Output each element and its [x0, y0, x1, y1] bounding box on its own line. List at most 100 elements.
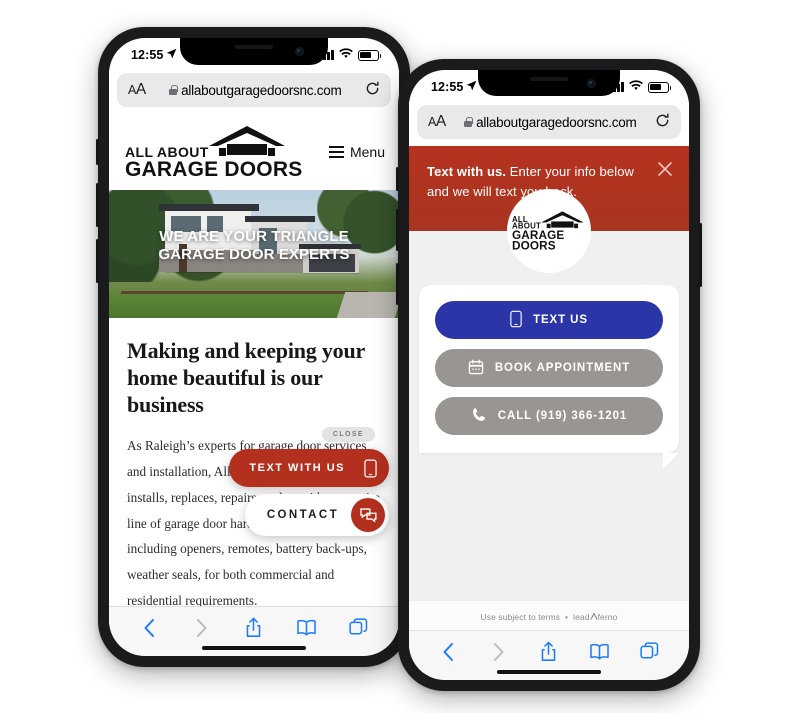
- bookmarks-button[interactable]: [291, 615, 321, 641]
- browser-url-bar[interactable]: AA allaboutgaragedoorsnc.com: [417, 105, 681, 139]
- site-logo[interactable]: ALL ABOUT GARAGE DOORS: [125, 124, 303, 182]
- text-size-button[interactable]: AA: [128, 81, 146, 99]
- mobile-phone-icon: [357, 459, 383, 478]
- hero-headline: WE ARE YOUR TRIANGLE GARAGE DOOR EXPERTS: [109, 228, 399, 265]
- site-logo-line2: GARAGE DOORS: [125, 158, 303, 182]
- forward-button[interactable]: [484, 639, 514, 665]
- url-display[interactable]: allaboutgaragedoorsnc.com: [146, 83, 365, 98]
- garage-roof-icon: [539, 210, 586, 229]
- text-with-us-label: TEXT WITH US: [249, 462, 345, 474]
- leadferno-brand[interactable]: lead ferno: [573, 612, 617, 622]
- url-display[interactable]: allaboutgaragedoorsnc.com: [446, 115, 655, 130]
- url-text: allaboutgaragedoorsnc.com: [181, 82, 342, 98]
- widget-header-bold: Text with us.: [427, 164, 507, 179]
- widget-brand-logo: ALL ABOUT GARAGE DOORS: [507, 189, 591, 273]
- widget-close-badge[interactable]: CLOSE: [321, 427, 375, 442]
- mute-switch[interactable]: [96, 139, 99, 165]
- status-time: 12:55: [431, 80, 464, 94]
- phone-front-device: 12:55 AA allaboutgaragedoorsnc.com Text …: [396, 59, 702, 691]
- volume-down-button[interactable]: [396, 263, 399, 305]
- book-appointment-label: BOOK APPOINTMENT: [494, 362, 631, 374]
- hamburger-icon: [328, 146, 344, 158]
- leadferno-brand-pre: lead: [573, 611, 590, 622]
- reload-icon[interactable]: [365, 81, 380, 99]
- footer-separator: •: [565, 611, 569, 622]
- volume-up-button[interactable]: [396, 209, 399, 251]
- battery-icon: [358, 49, 382, 61]
- location-arrow-icon: [466, 80, 477, 94]
- contact-button[interactable]: CONTACT: [244, 494, 389, 536]
- bookmarks-button[interactable]: [584, 639, 614, 665]
- text-widget-viewport: Text with us. Enter your info below and …: [409, 146, 689, 632]
- phone-front-screen: 12:55 AA allaboutgaragedoorsnc.com Text …: [409, 70, 689, 680]
- widget-logo-line2: GARAGE DOORS: [512, 228, 565, 253]
- browser-url-bar[interactable]: AA allaboutgaragedoorsnc.com: [117, 73, 391, 107]
- site-header: ALL ABOUT GARAGE DOORS Menu: [109, 114, 399, 190]
- share-button[interactable]: [534, 639, 564, 665]
- status-bar-left: 12:55: [431, 80, 477, 94]
- article-heading: Making and keeping your home beautiful i…: [127, 338, 365, 417]
- status-bar-right: [319, 48, 382, 62]
- garage-roof-icon: [205, 124, 289, 158]
- forward-button[interactable]: [187, 615, 217, 641]
- location-arrow-icon: [166, 48, 177, 62]
- reload-icon[interactable]: [655, 113, 670, 131]
- terms-text[interactable]: Use subject to terms: [481, 612, 560, 622]
- tabs-button[interactable]: [635, 639, 665, 665]
- calendar-icon: [468, 359, 484, 378]
- contact-label: CONTACT: [266, 509, 339, 521]
- home-indicator[interactable]: [202, 645, 306, 650]
- battery-icon: [648, 81, 672, 93]
- hero-headline-line1: WE ARE YOUR TRIANGLE: [159, 228, 349, 245]
- widget-action-card: TEXT US BOOK APPOINTMENT CALL (919) 366-…: [419, 285, 679, 469]
- site-logo-top-row: ALL ABOUT: [125, 124, 289, 159]
- website-viewport: ALL ABOUT GARAGE DOORS Menu WE ARE YOUR …: [109, 114, 399, 606]
- hero-headline-line2: GARAGE DOOR EXPERTS: [158, 246, 350, 264]
- status-bar-left: 12:55: [131, 48, 177, 62]
- screenshot-stage: 12:55 AA allaboutgaragedoorsnc.com ALL A…: [0, 0, 800, 713]
- back-button[interactable]: [433, 639, 463, 665]
- widget-logo-top-row: ALL ABOUT: [512, 210, 586, 230]
- call-button[interactable]: CALL (919) 366-1201: [435, 397, 663, 435]
- text-us-button[interactable]: TEXT US: [435, 301, 663, 339]
- url-text: allaboutgaragedoorsnc.com: [476, 114, 637, 130]
- lock-icon: [464, 117, 473, 127]
- browser-url-bar-container: AA allaboutgaragedoorsnc.com: [109, 68, 399, 114]
- power-button[interactable]: [699, 223, 702, 287]
- front-camera: [587, 79, 596, 88]
- volume-down-button[interactable]: [96, 239, 99, 283]
- text-us-label: TEXT US: [533, 314, 588, 326]
- lock-icon: [169, 85, 178, 95]
- device-notch: [180, 38, 328, 65]
- widget-header: Text with us. Enter your info below and …: [409, 146, 689, 273]
- menu-label: Menu: [349, 144, 385, 160]
- text-size-button[interactable]: AA: [428, 113, 446, 131]
- phone-back-device: 12:55 AA allaboutgaragedoorsnc.com ALL A…: [96, 27, 412, 667]
- share-button[interactable]: [239, 615, 269, 641]
- mobile-phone-icon: [510, 310, 522, 331]
- hero-banner: WE ARE YOUR TRIANGLE GARAGE DOOR EXPERTS: [109, 190, 399, 318]
- close-x-icon[interactable]: [655, 159, 675, 179]
- device-notch: [478, 70, 620, 96]
- phone-handset-icon: [471, 407, 487, 426]
- earpiece-speaker: [530, 77, 568, 81]
- earpiece-speaker: [235, 45, 273, 49]
- volume-up-button[interactable]: [96, 183, 99, 227]
- menu-button[interactable]: Menu: [328, 144, 385, 160]
- home-indicator[interactable]: [497, 669, 601, 674]
- mute-switch[interactable]: [396, 167, 399, 191]
- wifi-icon: [629, 80, 643, 94]
- phone-back-screen: 12:55 AA allaboutgaragedoorsnc.com ALL A…: [109, 38, 399, 656]
- front-camera: [295, 47, 304, 56]
- book-appointment-button[interactable]: BOOK APPOINTMENT: [435, 349, 663, 387]
- leadferno-brand-post: ferno: [597, 611, 618, 622]
- widget-footer: Use subject to terms • lead ferno: [409, 600, 689, 632]
- text-with-us-button[interactable]: TEXT WITH US: [229, 449, 389, 487]
- hero-driveway: [336, 292, 399, 318]
- widget-logo-graphic: ALL ABOUT GARAGE DOORS: [512, 210, 586, 253]
- chevron-up-icon: [589, 612, 598, 621]
- wifi-icon: [339, 48, 353, 62]
- tabs-button[interactable]: [344, 615, 374, 641]
- call-label: CALL (919) 366-1201: [497, 410, 628, 422]
- back-button[interactable]: [134, 615, 164, 641]
